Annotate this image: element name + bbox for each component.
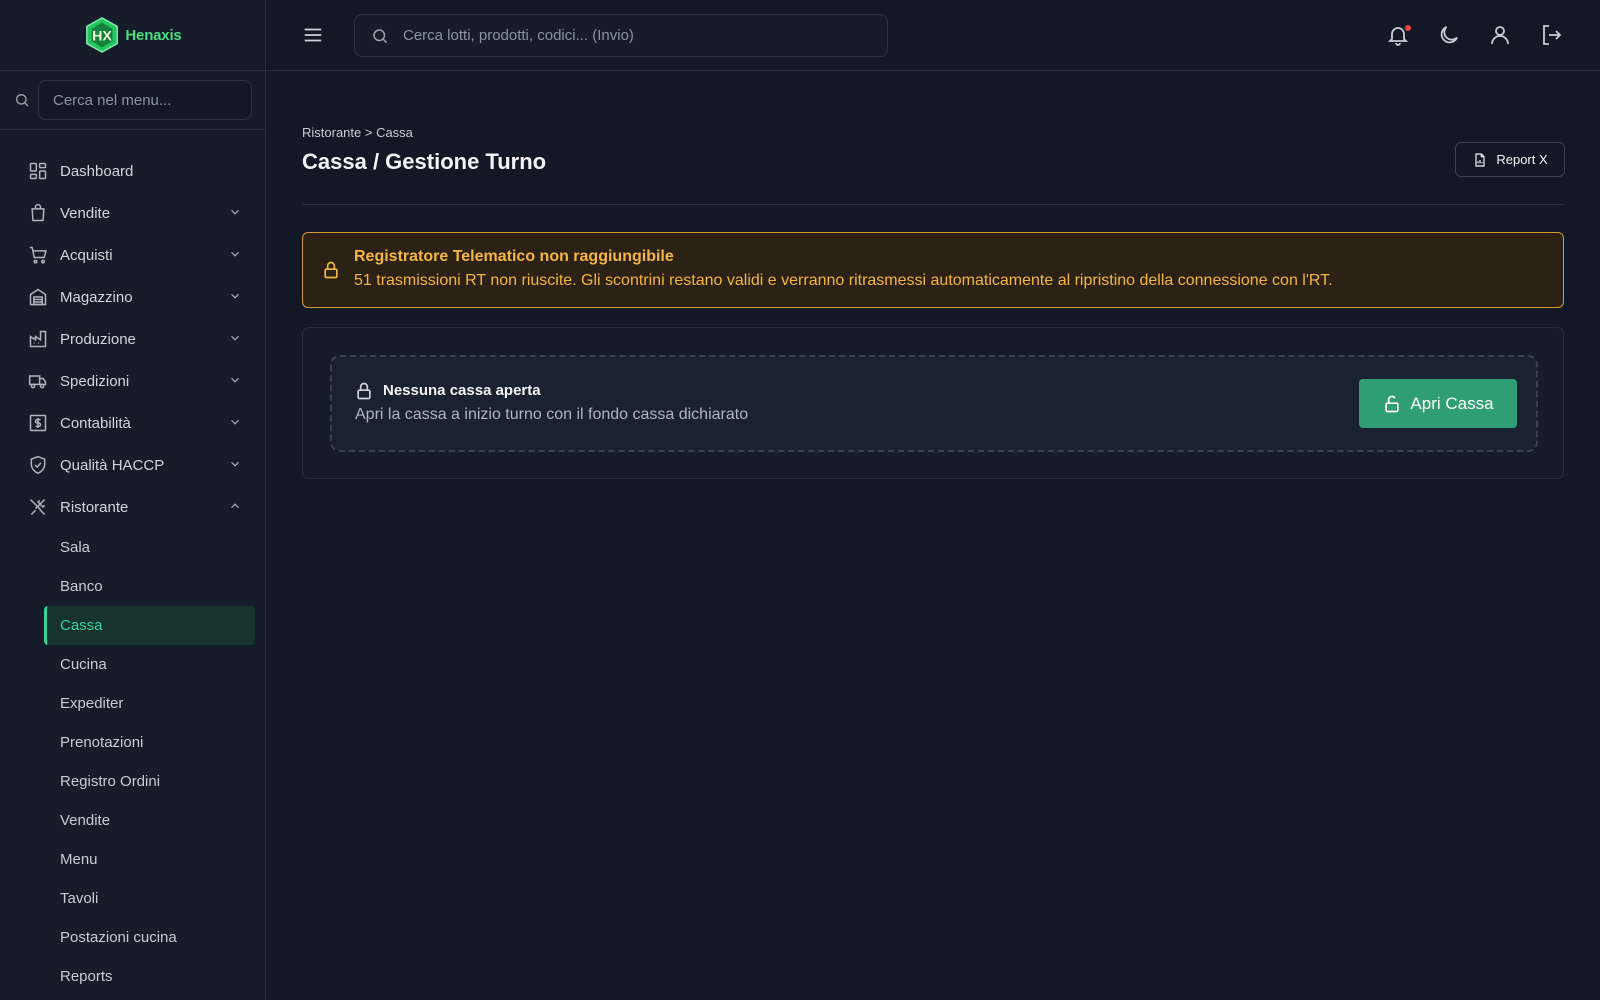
sidebar-item-vendite[interactable]: Vendite: [0, 192, 265, 234]
apri-cassa-label: Apri Cassa: [1410, 393, 1494, 413]
sidebar-item-qualita-haccp[interactable]: Qualità HACCP: [0, 444, 265, 486]
sidebar-subitem-label: Reports: [60, 968, 113, 985]
search-icon: [16, 94, 29, 107]
sidebar-item-label: Magazzino: [60, 288, 133, 306]
sidebar-subitem-label: Cucina: [60, 656, 107, 673]
svg-text:HX: HX: [93, 29, 113, 45]
moon-icon[interactable]: [1437, 23, 1461, 47]
sidebar: HX Henaxis Dashboard Vendite Acquist: [0, 0, 266, 1000]
factory-icon: [29, 330, 47, 348]
breadcrumb: Ristorante > Cassa: [302, 125, 413, 140]
search-icon: [373, 28, 388, 43]
sidebar-item-magazzino[interactable]: Magazzino: [0, 276, 265, 318]
lock-icon: [357, 382, 371, 400]
logo[interactable]: HX Henaxis: [0, 0, 265, 71]
cash-register-panel: Nessuna cassa aperta Apri la cassa a ini…: [302, 327, 1564, 479]
sidebar-subitem-label: Banco: [60, 578, 103, 595]
global-search-input[interactable]: [403, 27, 863, 44]
warehouse-icon: [29, 288, 47, 306]
sidebar-subitem-label: Tavoli: [60, 890, 99, 907]
dashboard-icon: [29, 162, 47, 180]
sidebar-subitem-banco[interactable]: Banco: [0, 567, 265, 606]
empty-state-subtitle: Apri la cassa a inizio turno con il fond…: [355, 406, 749, 423]
unlock-icon: [1385, 395, 1400, 412]
sidebar-item-ristorante[interactable]: Ristorante: [0, 486, 265, 528]
sidebar-subitem-label: Sala: [60, 539, 91, 556]
chevron-down-icon: [231, 461, 239, 467]
chevron-down-icon: [231, 377, 239, 383]
header-divider: [302, 204, 1564, 205]
empty-state: Nessuna cassa aperta Apri la cassa a ini…: [330, 355, 1538, 452]
global-search: [354, 14, 888, 57]
user-icon[interactable]: [1488, 23, 1512, 47]
menu-search-input[interactable]: [38, 80, 252, 120]
sidebar-item-label: Contabilità: [60, 414, 131, 432]
sidebar-subitem-cucina[interactable]: Cucina: [0, 645, 265, 684]
sidebar-subitem-label: Postazioni cucina: [60, 929, 177, 946]
sidebar-subitem-expediter[interactable]: Expediter: [0, 684, 265, 723]
sidebar-subitem-prenotazioni[interactable]: Prenotazioni: [0, 723, 265, 762]
chevron-down-icon: [231, 293, 239, 299]
sidebar-item-label: Spedizioni: [60, 372, 130, 390]
sidebar-subitem-label: Expediter: [60, 695, 124, 712]
lock-icon: [324, 261, 338, 279]
sidebar-subitem-sala[interactable]: Sala: [0, 528, 265, 567]
sidebar-subitem-label: Registro Ordini: [60, 773, 161, 790]
menu-search: [0, 71, 265, 130]
sidebar-item-dashboard[interactable]: Dashboard: [0, 150, 265, 192]
empty-state-title: Nessuna cassa aperta: [383, 382, 541, 399]
brand-name: Henaxis: [125, 26, 182, 44]
chevron-down-icon: [231, 209, 239, 215]
shield-check-icon: [30, 455, 46, 475]
topbar: [266, 0, 1600, 71]
rt-warning-alert: Registratore Telematico non raggiungibil…: [302, 232, 1564, 308]
sidebar-subitem-reports[interactable]: Reports: [0, 957, 265, 996]
sidebar-item-label: Qualità HACCP: [60, 456, 165, 474]
logo-icon: HX: [86, 17, 119, 53]
sidebar-item-label: Acquisti: [60, 246, 113, 264]
sidebar-subitem-vendite[interactable]: Vendite: [0, 801, 265, 840]
sidebar-item-label: Vendite: [60, 204, 111, 222]
alert-title: Registratore Telematico non raggiungibil…: [354, 248, 674, 265]
sidebar-item-label: Produzione: [60, 330, 136, 348]
chevron-up-icon: [231, 503, 239, 509]
sidebar-subitem-registro-ordini[interactable]: Registro Ordini: [0, 762, 265, 801]
sidebar-subitem-cassa[interactable]: Cassa: [44, 606, 255, 645]
logout-icon[interactable]: [1539, 23, 1563, 47]
page-title: Cassa / Gestione Turno: [302, 149, 547, 174]
sidebar-subitem-postazioni-cucina[interactable]: Postazioni cucina: [0, 918, 265, 957]
file-chart-icon: [1475, 152, 1485, 167]
bag-icon: [31, 203, 45, 222]
sidebar-item-label: Ristorante: [60, 498, 129, 516]
sidebar-item-contabilita[interactable]: Contabilità: [0, 402, 265, 444]
sidebar-subitem-label: Cassa: [60, 617, 103, 634]
utensils-icon: [29, 498, 46, 516]
cart-icon: [29, 246, 47, 264]
report-x-label: Report X: [1496, 152, 1548, 167]
sidebar-subitem-menu[interactable]: Menu: [0, 840, 265, 879]
sidebar-subitem-label: Prenotazioni: [60, 734, 144, 751]
sidebar-subitem-label: Menu: [60, 851, 98, 868]
chevron-down-icon: [231, 419, 239, 425]
sidebar-item-produzione[interactable]: Produzione: [0, 318, 265, 360]
chevron-down-icon: [231, 335, 239, 341]
truck-icon: [28, 375, 47, 389]
sidebar-nav: Dashboard Vendite Acquisti Magazzino Pro…: [0, 130, 265, 996]
apri-cassa-button[interactable]: Apri Cassa: [1359, 379, 1517, 428]
sidebar-item-acquisti[interactable]: Acquisti: [0, 234, 265, 276]
notification-dot: [1405, 25, 1411, 31]
sidebar-subitem-label: Vendite: [60, 812, 111, 829]
sidebar-item-spedizioni[interactable]: Spedizioni: [0, 360, 265, 402]
menu-toggle-icon[interactable]: [302, 24, 324, 46]
report-x-button[interactable]: Report X: [1455, 142, 1565, 177]
dollar-icon: [29, 414, 47, 432]
chevron-down-icon: [231, 251, 239, 257]
sidebar-subitem-tavoli[interactable]: Tavoli: [0, 879, 265, 918]
sidebar-item-label: Dashboard: [60, 162, 134, 180]
alert-text: 51 trasmissioni RT non riuscite. Gli sco…: [354, 272, 1333, 289]
